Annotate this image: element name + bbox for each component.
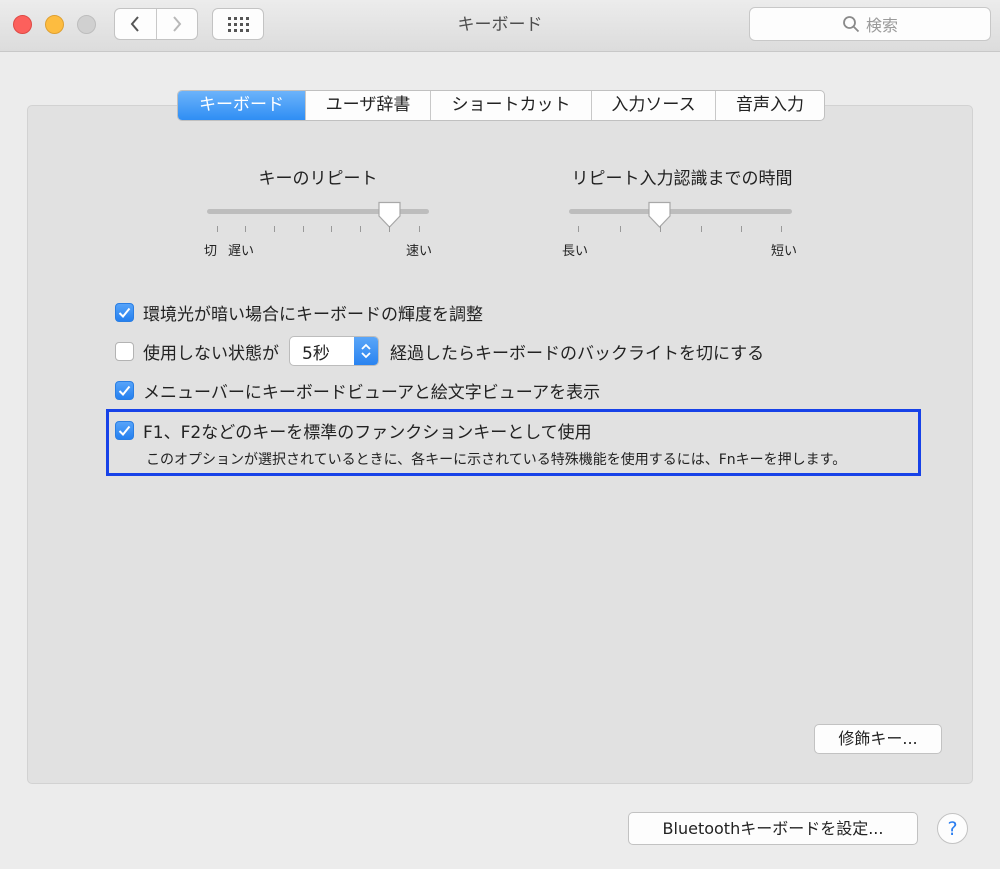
tick [303, 226, 304, 232]
tab-user-dictionary[interactable]: ユーザ辞書 [305, 91, 430, 120]
fn-keys-option[interactable]: F1、F2などのキーを標準のファンクションキーとして使用 [115, 420, 592, 443]
repeat-delay-thumb[interactable] [647, 201, 672, 229]
repeat-delay-short-label: 短い [771, 244, 798, 259]
key-repeat-title: キーのリピート [258, 169, 378, 189]
tick [274, 226, 275, 232]
tick [701, 226, 702, 232]
minimize-window-button[interactable] [45, 15, 64, 34]
adjust-brightness-label: 環境光が暗い場合にキーボードの輝度を調整 [143, 304, 483, 325]
title-bar: キーボード 検索 [0, 0, 1000, 52]
backlight-off-option[interactable]: 使用しない状態が 5秒 経過したらキーボードのバックライトを切にする [115, 335, 764, 367]
tick [741, 226, 742, 232]
tab-shortcuts[interactable]: ショートカット [430, 91, 591, 120]
search-field[interactable]: 検索 [749, 7, 991, 41]
backlight-off-label-prefix: 使用しない状態が [143, 343, 279, 364]
show-viewer-label: メニューバーにキーボードビューアと絵文字ビューアを表示 [143, 382, 601, 403]
tick [389, 226, 390, 232]
show-viewer-option[interactable]: メニューバーにキーボードビューアと絵文字ビューアを表示 [115, 380, 601, 403]
forward-button[interactable] [155, 9, 198, 39]
backlight-off-label-suffix: 経過したらキーボードのバックライトを切にする [390, 343, 765, 364]
tick [419, 226, 420, 232]
close-window-button[interactable] [13, 15, 32, 34]
backlight-off-checkbox[interactable] [115, 341, 134, 361]
tick [245, 226, 246, 232]
tick [578, 226, 579, 232]
show-viewer-checkbox[interactable] [115, 380, 134, 400]
search-icon [843, 16, 860, 33]
key-repeat-slow-label: 遅い [228, 244, 255, 259]
key-repeat-off-label: 切 [204, 244, 218, 259]
repeat-delay-track[interactable] [569, 209, 792, 214]
tick [217, 226, 218, 232]
checkmark-icon [118, 425, 131, 436]
tick [660, 226, 661, 232]
help-button[interactable]: ? [937, 813, 968, 844]
grid-icon [228, 17, 249, 32]
tick [331, 226, 332, 232]
tick [620, 226, 621, 232]
fn-keys-description: このオプションが選択されているときに、各キーに示されている特殊機能を使用するには… [146, 452, 847, 468]
tab-input-sources[interactable]: 入力ソース [591, 91, 715, 120]
fn-keys-label: F1、F2などのキーを標準のファンクションキーとして使用 [143, 422, 592, 443]
modifier-keys-button[interactable]: 修飾キー... [814, 724, 942, 754]
chevron-right-icon [172, 16, 182, 32]
chevron-left-icon [130, 16, 140, 32]
zoom-window-button[interactable] [77, 15, 96, 34]
backlight-timeout-popup[interactable]: 5秒 [289, 336, 379, 366]
backlight-timeout-value: 5秒 [302, 343, 330, 364]
back-button[interactable] [115, 9, 156, 39]
navigation-buttons [114, 8, 198, 40]
up-down-chevron-icon [361, 343, 371, 359]
tick [781, 226, 782, 232]
checkmark-icon [118, 307, 131, 318]
repeat-delay-long-label: 長い [562, 244, 589, 259]
tab-bar: キーボード ユーザ辞書 ショートカット 入力ソース 音声入力 [177, 90, 825, 121]
adjust-brightness-option[interactable]: 環境光が暗い場合にキーボードの輝度を調整 [115, 302, 483, 325]
tab-dictation[interactable]: 音声入力 [715, 91, 824, 120]
repeat-delay-title: リピート入力認識までの時間 [571, 169, 793, 189]
search-placeholder: 検索 [865, 16, 898, 35]
show-all-button[interactable] [212, 8, 264, 40]
fn-keys-checkbox[interactable] [115, 420, 134, 440]
adjust-brightness-checkbox[interactable] [115, 302, 134, 322]
tick [360, 226, 361, 232]
popup-arrows[interactable] [354, 337, 378, 365]
checkmark-icon [118, 385, 131, 396]
key-repeat-fast-label: 速い [406, 244, 433, 259]
tab-keyboard[interactable]: キーボード [178, 91, 305, 120]
bluetooth-keyboard-setup-button[interactable]: Bluetoothキーボードを設定... [628, 812, 918, 845]
key-repeat-thumb[interactable] [377, 201, 402, 229]
